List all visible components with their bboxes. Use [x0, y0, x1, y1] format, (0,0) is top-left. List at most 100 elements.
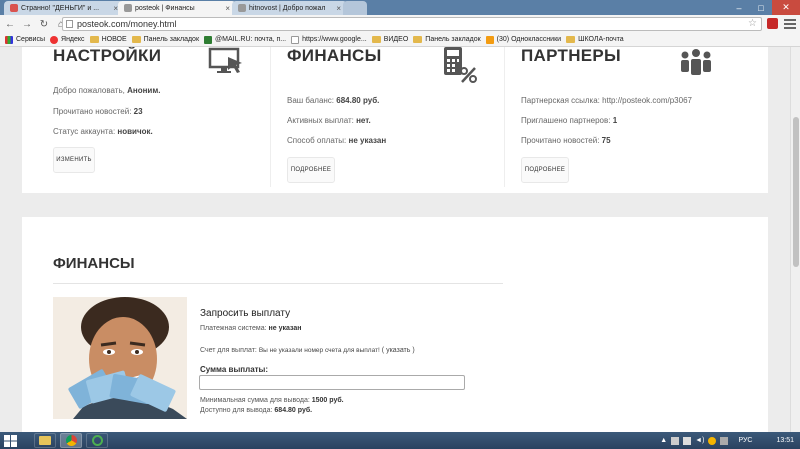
- payout-request-title: Запросить выплату: [200, 308, 291, 319]
- min-amount-line: Минимальная сумма для вывода: 1500 руб.: [200, 397, 344, 404]
- specify-account-link[interactable]: ( указать ): [382, 347, 415, 354]
- folder-icon: [89, 36, 99, 43]
- bookmark-item[interactable]: https://www.google...: [291, 35, 367, 44]
- volume-icon[interactable]: ◄): [695, 437, 704, 444]
- tray-display-icon[interactable]: [720, 436, 729, 445]
- calculator-percent-icon: [444, 47, 477, 83]
- tray-arrow-icon[interactable]: ▲: [660, 437, 667, 444]
- bookmark-item[interactable]: Сервисы: [5, 35, 46, 44]
- windows-logo-icon: [3, 434, 17, 447]
- finances-details-button[interactable]: ПОДРОБНЕЕ: [287, 157, 335, 183]
- folder-icon: [413, 36, 423, 43]
- start-button[interactable]: [0, 432, 20, 449]
- browser-tab-1[interactable]: Странно! "ДЕНЬГИ" и ... ×: [4, 1, 124, 15]
- bookmark-item[interactable]: НОВОЕ: [89, 36, 127, 43]
- bookmark-star-icon[interactable]: ☆: [748, 18, 757, 30]
- tab-favicon-icon: [10, 4, 18, 12]
- folder-icon: [371, 36, 381, 43]
- account-status-line: Статус аккаунта: новичок.: [53, 127, 153, 136]
- active-payouts-line: Активных выплат: нет.: [287, 116, 371, 125]
- change-settings-button[interactable]: ИЗМЕНИТЬ: [53, 147, 95, 173]
- window-close-icon[interactable]: ✕: [772, 0, 800, 15]
- bookmark-label: Панель закладок: [425, 36, 481, 43]
- reload-icon[interactable]: ↻: [37, 17, 51, 31]
- bookmark-label: Сервисы: [16, 36, 46, 43]
- invited-partners-line: Приглашено партнеров: 1: [521, 116, 618, 125]
- bookmark-item[interactable]: Яндекс: [50, 35, 85, 44]
- system-tray: ▲ ◄) РУС 13:51: [660, 432, 800, 449]
- column-divider: [504, 47, 505, 187]
- browser-tab-bar: Странно! "ДЕНЬГИ" и ... × posteok | Фина…: [0, 0, 800, 15]
- finances-column: ФИНАНСЫ Ваш баланс: 684.80 руб. Активных…: [287, 47, 502, 187]
- new-tab-button[interactable]: [343, 1, 367, 15]
- payout-account-line: Счет для выплат: Вы не указали номер сче…: [200, 347, 415, 354]
- scrollbar-thumb[interactable]: [793, 117, 799, 267]
- man-with-banknotes-image: [53, 297, 187, 419]
- column-divider: [270, 47, 271, 187]
- bookmark-label: (30) Одноклассники: [496, 36, 562, 43]
- tab-close-icon[interactable]: ×: [336, 4, 341, 13]
- odnoklassniki-icon: [485, 35, 494, 44]
- welcome-line: Добро пожаловать, Аноним.: [53, 86, 161, 95]
- partner-news-line: Прочитано новостей: 75: [521, 136, 611, 145]
- tab-favicon-icon: [124, 4, 132, 12]
- payout-amount-input[interactable]: [199, 375, 465, 390]
- payout-amount-label: Сумма выплаты:: [200, 365, 269, 374]
- browser-tab-2[interactable]: posteok | Финансы ×: [118, 1, 236, 15]
- bookmark-label: НОВОЕ: [101, 36, 127, 43]
- bookmark-label: ШКОЛА-почта: [578, 36, 624, 43]
- page-viewport: НАСТРОЙКИ Добро пожаловать, Аноним. Проч…: [0, 47, 790, 432]
- yandex-icon: [50, 35, 59, 44]
- taskbar-explorer[interactable]: [34, 433, 56, 448]
- folder-icon: [131, 36, 141, 43]
- minimize-icon[interactable]: –: [728, 0, 750, 15]
- bookmark-label: Панель закладок: [143, 36, 200, 43]
- partners-title: ПАРТНЕРЫ: [521, 47, 621, 65]
- forward-arrow-icon[interactable]: →: [20, 17, 34, 31]
- tray-flag-icon[interactable]: [671, 436, 680, 445]
- settings-column: НАСТРОЙКИ Добро пожаловать, Аноним. Проч…: [53, 47, 268, 187]
- browser-toolbar: ← → ↻ ⌂ posteok.com/money.html ☆: [0, 15, 800, 33]
- payout-card: ФИНАНСЫ Запросить выплату Платежная сист…: [22, 217, 768, 432]
- page-scrollbar[interactable]: [790, 47, 800, 432]
- page-icon: [291, 35, 300, 44]
- taskbar-app3[interactable]: [86, 433, 108, 448]
- url-text: posteok.com/money.html: [77, 19, 177, 29]
- partners-details-button[interactable]: ПОДРОБНЕЕ: [521, 157, 569, 183]
- news-read-line: Прочитано новостей: 23: [53, 107, 143, 116]
- bookmark-label: Яндекс: [61, 36, 85, 43]
- tab-close-icon[interactable]: ×: [225, 4, 230, 13]
- bookmark-item[interactable]: @MAIL.RU: почта, п...: [204, 35, 287, 44]
- balance-line: Ваш баланс: 684.80 руб.: [287, 96, 380, 105]
- back-arrow-icon[interactable]: ←: [3, 17, 17, 31]
- payment-system-line: Платежная система: не указан: [200, 325, 302, 332]
- referral-link-line: Партнерская ссылка: http://posteok.com/p…: [521, 96, 692, 105]
- maximize-icon[interactable]: □: [750, 0, 772, 15]
- taskbar-chrome[interactable]: [60, 433, 82, 448]
- app-circle-icon: [91, 435, 103, 446]
- summary-card: НАСТРОЙКИ Добро пожаловать, Аноним. Проч…: [22, 47, 768, 193]
- tray-app-icon[interactable]: [708, 436, 717, 445]
- bookmark-item[interactable]: ШКОЛА-почта: [566, 36, 624, 43]
- browser-tab-3[interactable]: hitnovost | Добро пожал ×: [232, 1, 347, 15]
- clock[interactable]: 13:51: [776, 437, 794, 444]
- menu-hamburger-icon[interactable]: [784, 17, 796, 30]
- language-indicator[interactable]: РУС: [738, 437, 752, 444]
- network-icon[interactable]: [683, 436, 692, 445]
- bookmark-item[interactable]: (30) Одноклассники: [485, 35, 562, 44]
- people-group-icon: [681, 49, 711, 75]
- section-divider: [53, 283, 503, 284]
- bookmark-item[interactable]: ВИДЕО: [371, 36, 408, 43]
- bookmark-item[interactable]: Панель закладок: [131, 36, 200, 43]
- window-controls: – □ ✕: [728, 0, 800, 15]
- bookmark-label: https://www.google...: [302, 36, 367, 43]
- extension-shield-icon[interactable]: [767, 18, 778, 29]
- tab-title: hitnovost | Добро пожал: [249, 4, 326, 12]
- monitor-cursor-icon: [208, 47, 242, 73]
- bookmark-label: @MAIL.RU: почта, п...: [215, 36, 287, 43]
- address-bar[interactable]: posteok.com/money.html ☆: [62, 17, 762, 31]
- money-photo: [53, 297, 187, 419]
- bookmarks-bar: Сервисы Яндекс НОВОЕ Панель закладок @MA…: [0, 33, 800, 47]
- bookmark-item[interactable]: Панель закладок: [413, 36, 481, 43]
- tab-favicon-icon: [238, 4, 246, 12]
